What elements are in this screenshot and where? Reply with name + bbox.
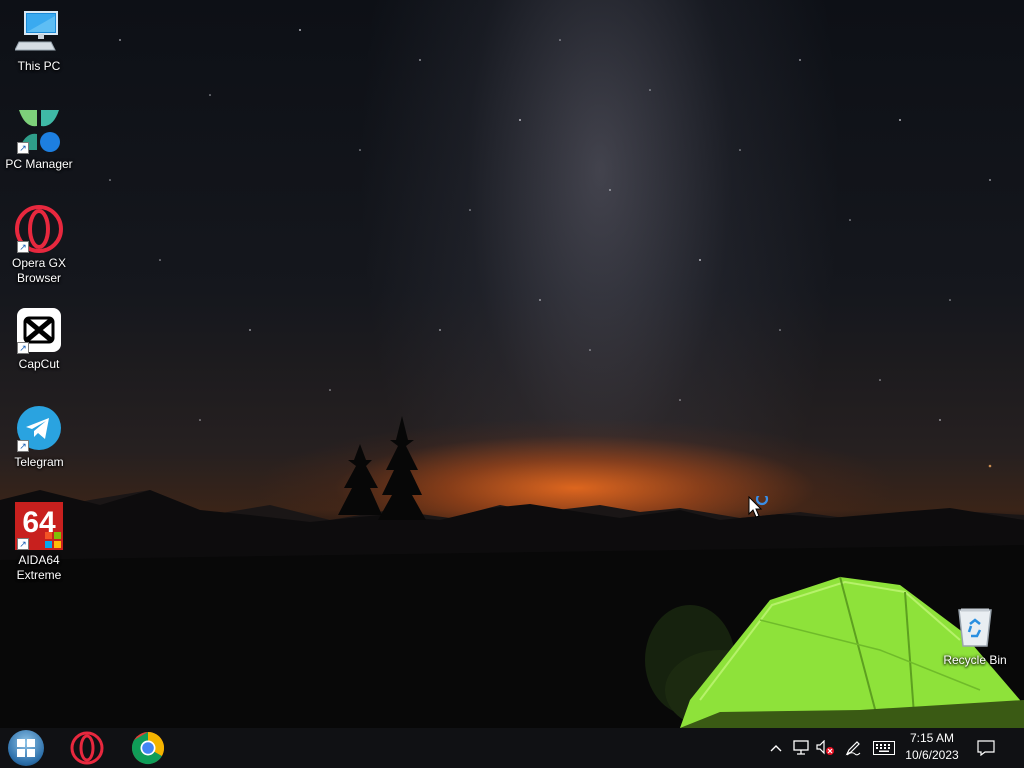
opera-icon (70, 731, 104, 765)
volume-button[interactable] (813, 728, 837, 768)
taskbar-clock[interactable]: 7:15 AM 10/6/2023 (898, 730, 966, 766)
opera-gx-icon: ↗ (15, 205, 63, 253)
taskbar-chrome-button[interactable] (124, 728, 172, 768)
capcut-icon: ↗ (15, 306, 63, 354)
clock-date: 10/6/2023 (905, 748, 959, 762)
windows-start-icon (8, 730, 44, 766)
clock-time: 7:15 AM (909, 731, 955, 745)
desktop-icon-recycle-bin[interactable]: Recycle Bin (937, 602, 1013, 668)
shortcut-arrow-icon: ↗ (17, 142, 29, 154)
aida64-icon: 64 ↗ (15, 502, 63, 550)
busy-cursor-icon (748, 492, 772, 525)
pen-icon (845, 741, 861, 756)
desktop-icon-label: Telegram (14, 455, 64, 469)
chevron-up-icon (770, 745, 782, 752)
volume-muted-icon (816, 740, 834, 755)
desktop-icon-this-pc[interactable]: This PC (1, 8, 77, 74)
notification-icon (977, 740, 995, 756)
show-hidden-icons-button[interactable] (766, 728, 786, 768)
desktop-icon-label: Opera GX Browser (11, 256, 67, 285)
telegram-icon: ↗ (15, 404, 63, 452)
action-center-button[interactable] (972, 728, 1000, 768)
chrome-icon (131, 731, 165, 765)
network-icon (793, 740, 809, 755)
desktop-icon-label: This PC (17, 59, 61, 73)
desktop-icon-label: AIDA64 Extreme (16, 553, 62, 582)
desktop-icon-aida64[interactable]: 64 ↗ AIDA64 Extreme (1, 502, 77, 583)
desktop-icon-capcut[interactable]: ↗ CapCut (1, 306, 77, 372)
shortcut-arrow-icon: ↗ (17, 538, 29, 550)
desktop-icon-label: PC Manager (5, 157, 73, 171)
network-status-button[interactable] (789, 728, 813, 768)
computer-icon (14, 8, 63, 56)
desktop-icon-opera-gx[interactable]: ↗ Opera GX Browser (1, 205, 77, 286)
taskbar: 7:15 AM 10/6/2023 (0, 728, 1024, 768)
touch-keyboard-button[interactable] (870, 728, 898, 768)
pen-workspace-button[interactable] (841, 728, 865, 768)
shortcut-arrow-icon: ↗ (17, 342, 29, 354)
desktop-icon-label: Recycle Bin (943, 653, 1007, 667)
start-button[interactable] (2, 728, 50, 768)
shortcut-arrow-icon: ↗ (17, 241, 29, 253)
keyboard-icon (873, 741, 895, 755)
recycle-bin-icon (951, 602, 999, 650)
pc-manager-icon: ↗ (15, 106, 63, 154)
desktop-wallpaper (0, 0, 1024, 728)
shortcut-arrow-icon: ↗ (17, 440, 29, 452)
taskbar-opera-button[interactable] (63, 728, 111, 768)
desktop-icon-pc-manager[interactable]: ↗ PC Manager (1, 106, 77, 172)
desktop-icon-label: CapCut (18, 357, 60, 371)
desktop-icon-telegram[interactable]: ↗ Telegram (1, 404, 77, 470)
